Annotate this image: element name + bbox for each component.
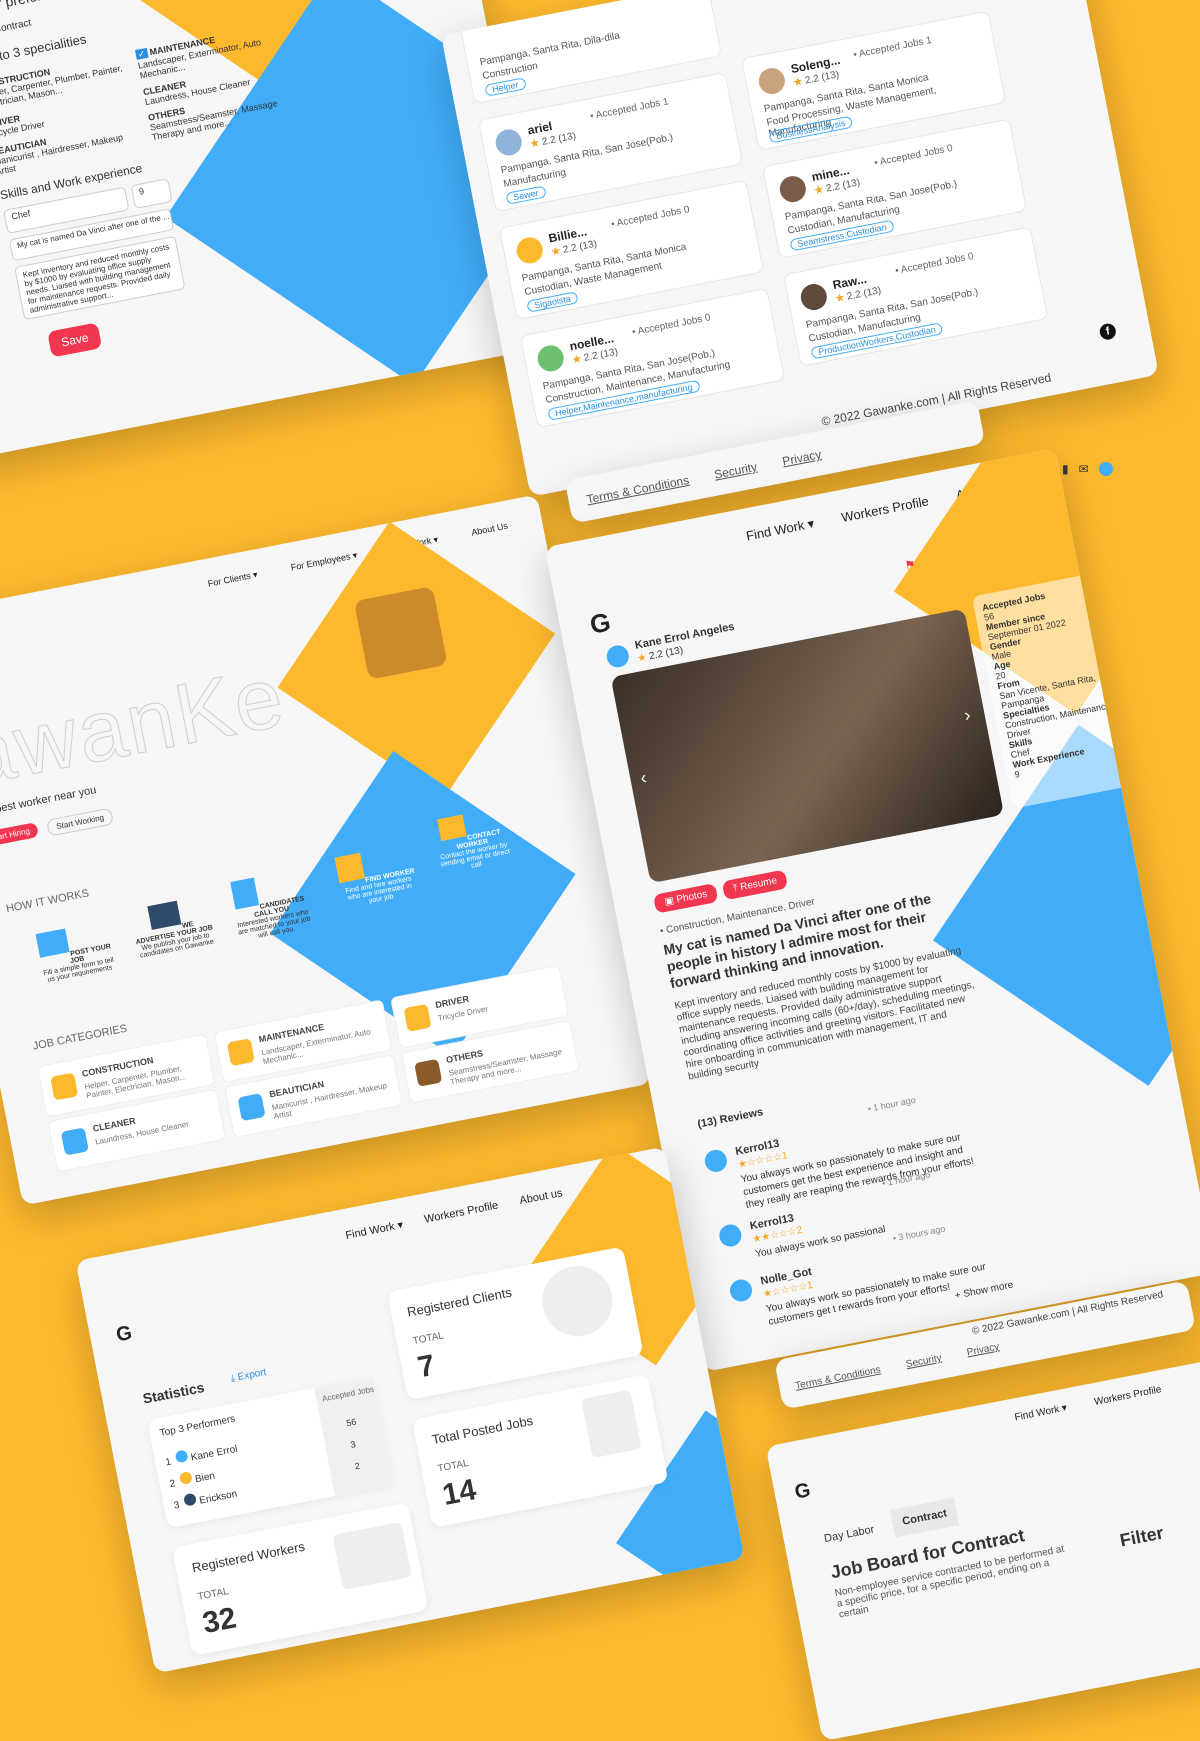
job-categories-heading: JOB CATEGORIES — [31, 1022, 129, 1053]
stats-card: Find Work ▾ Workers Profile About us G S… — [75, 1146, 745, 1674]
nav-employees[interactable]: For Employees ▾ — [290, 550, 358, 574]
years-input[interactable]: 9 — [130, 178, 173, 209]
reviewer-avatar — [717, 1222, 744, 1249]
image-icon: ▣ — [663, 895, 675, 908]
security-link[interactable]: Security — [905, 1353, 943, 1371]
filter-heading[interactable]: Filter — [1118, 1523, 1165, 1552]
download-icon: ⤓ — [229, 1372, 237, 1385]
nav-find-work[interactable]: Find Work ▾ — [745, 516, 816, 545]
facebook-icon[interactable]: f — [1098, 322, 1118, 341]
nav-workers-profile[interactable]: Workers Profile — [1093, 1384, 1162, 1408]
security-link[interactable]: Security — [713, 460, 758, 482]
performer-row: 1 Kane Errol — [164, 1443, 239, 1469]
worker-avatar — [756, 65, 788, 97]
profile-nav-icons: ▮ ✉ — [1062, 462, 1113, 476]
worker-avatar — [535, 343, 566, 374]
profile-avatar — [604, 643, 631, 670]
performer-row: 3 Erickson — [172, 1488, 239, 1512]
worker-hammer-image — [353, 586, 448, 680]
upload-icon: ⤒ — [732, 882, 739, 895]
nav-about-us[interactable]: About us — [519, 1187, 564, 1208]
post-job-icon — [36, 928, 71, 958]
top-performers-panel: Top 3 Performers Accepted Jobs 1 Kane Er… — [147, 1376, 394, 1529]
nav-clients[interactable]: For Clients ▾ — [207, 569, 259, 589]
chevron-right-icon[interactable]: › — [962, 704, 972, 726]
start-working-button[interactable]: Start Working — [45, 807, 115, 837]
reviews-heading: (13) Reviews — [696, 1106, 765, 1131]
logo[interactable]: G — [793, 1479, 813, 1505]
advertise-icon — [147, 900, 182, 930]
privacy-link[interactable]: Privacy — [781, 447, 822, 468]
tricycle-icon — [403, 1003, 432, 1032]
nav-workers-profile[interactable]: Workers Profile — [423, 1200, 499, 1227]
profile-details-panel: Accepted Jobs 56 Member since September 01… — [971, 570, 1147, 809]
avatar[interactable] — [1098, 462, 1113, 476]
landing-card: For Clients ▾ For Employees ▾ Post Work … — [0, 494, 652, 1206]
jobboard-card: Find Work ▾ Workers Profile G Day Labor … — [765, 1358, 1200, 1741]
export-button[interactable]: ⤓ Export — [230, 1367, 268, 1385]
start-hiring-button[interactable]: Start Hiring — [0, 822, 40, 848]
prefer-work-heading: s your prefer work — [0, 0, 76, 18]
maintenance-icon — [226, 1038, 255, 1067]
logo[interactable]: G — [587, 606, 613, 640]
save-button[interactable]: Save — [47, 322, 103, 358]
nav-find-work[interactable]: Find Work ▾ — [1014, 1403, 1068, 1424]
construction-icon — [50, 1072, 79, 1101]
registered-clients-panel: Registered Clients TOTAL 7 — [387, 1246, 644, 1401]
performer-avatar — [183, 1492, 198, 1507]
id-card-icon — [581, 1389, 642, 1459]
reviewer-avatar — [728, 1277, 754, 1304]
worker-avatar — [493, 127, 524, 158]
performer-avatar — [174, 1449, 189, 1464]
terms-link[interactable]: Terms & Conditions — [794, 1364, 881, 1391]
privacy-link[interactable]: Privacy — [966, 1341, 1000, 1358]
step-advertise: WE ADVERTISE YOUR JOB We publish your job… — [129, 895, 217, 960]
worker-location: Pampanga, Santa Rita, Dila-dila — [478, 30, 621, 69]
step-post-job: POST YOUR JOB Fill a simple form to tell … — [32, 920, 120, 985]
beautician-icon — [237, 1093, 266, 1122]
posted-jobs-panel: Total Posted Jobs TOTAL 14 — [411, 1374, 669, 1528]
performer-avatar — [178, 1470, 194, 1486]
terms-link[interactable]: Terms & Conditions — [585, 473, 690, 507]
nav-find-work[interactable]: Find Work ▾ — [344, 1218, 404, 1242]
find-worker-icon — [334, 852, 365, 884]
users-icon — [536, 1260, 619, 1343]
hero-wordmark: awanKe — [0, 648, 293, 805]
toolbox-icon — [414, 1058, 443, 1087]
worker-avatar — [777, 173, 809, 205]
worker-avatar — [514, 235, 545, 266]
tab-day-labor[interactable]: Day Labor — [823, 1524, 875, 1545]
contact-icon — [437, 814, 467, 842]
phone-icon — [230, 877, 260, 910]
worker-list-card: Pampanga, Santa Rita, Dila-dila Construc… — [441, 0, 1159, 497]
review-item: • 1 hour ago Kerrol13 ★☆☆☆☆1 You always … — [702, 1095, 997, 1211]
photos-button[interactable]: ▣ Photos — [652, 882, 719, 914]
contract-radio[interactable]: ou ◉ Contract — [0, 18, 32, 41]
stats-heading: Statistics — [141, 1379, 206, 1407]
tab-contract[interactable]: Contract — [889, 1497, 960, 1538]
cleaner-icon — [60, 1127, 89, 1156]
briefcase-icon[interactable]: ▮ — [1062, 462, 1069, 476]
nav-workers-profile[interactable]: Workers Profile — [840, 493, 930, 526]
how-it-works-heading: HOW IT WORKS — [5, 887, 91, 916]
performer-row: 2 Bien — [168, 1470, 216, 1491]
mail-icon[interactable]: ✉ — [1079, 462, 1089, 476]
resume-button[interactable]: ⤒ Resume — [721, 869, 789, 901]
logo[interactable]: G — [114, 1322, 134, 1348]
chevron-left-icon[interactable]: ‹ — [639, 767, 649, 789]
worker-avatar — [798, 281, 830, 313]
registered-workers-panel: Registered Workers TOTAL 32 — [171, 1502, 429, 1656]
reviewer-avatar — [702, 1148, 729, 1174]
nav-about[interactable]: About Us — [470, 521, 508, 539]
briefcase-icon — [332, 1521, 412, 1591]
profile-name: Kane Errol Angeles — [633, 620, 736, 652]
